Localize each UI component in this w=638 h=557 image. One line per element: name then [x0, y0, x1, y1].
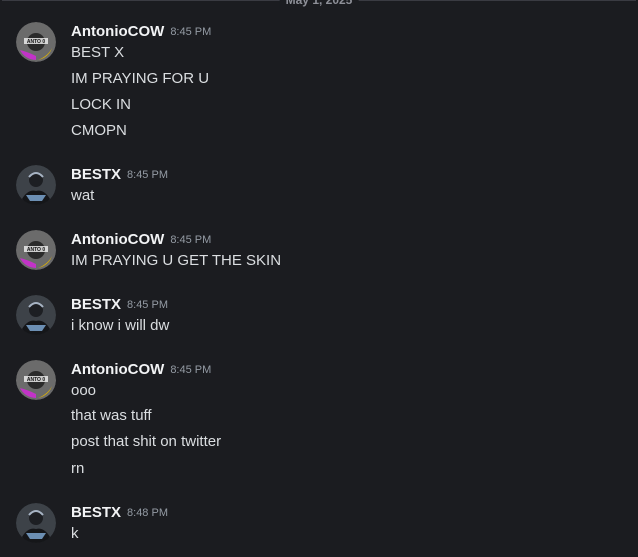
message-text: ooo — [71, 382, 97, 399]
message-header: AntonioCOW 8:45 PM — [71, 22, 211, 42]
message-text: rn — [71, 460, 85, 477]
message-text: that was tuff — [71, 407, 152, 424]
timestamp: 8:45 PM — [170, 26, 212, 38]
message-group: ANTO 0 AntonioCOW 8:45 PM BEST X IM PRAYI… — [0, 22, 638, 152]
username[interactable]: AntonioCOW — [71, 23, 164, 40]
message-text: k — [71, 525, 79, 542]
username[interactable]: BESTX — [71, 504, 121, 521]
message-text: CMOPN — [71, 122, 127, 139]
svg-text:ANTO 0: ANTO 0 — [27, 377, 45, 383]
bestx-avatar-icon[interactable] — [16, 295, 56, 335]
antonio-avatar-icon[interactable]: ANTO 0 — [16, 22, 56, 62]
bestx-avatar-icon[interactable] — [16, 165, 56, 205]
svg-text:ANTO 0: ANTO 0 — [27, 39, 45, 45]
username[interactable]: BESTX — [71, 166, 121, 183]
message-group: ANTO 0 AntonioCOW 8:45 PM IM PRAYING U GE… — [0, 230, 638, 272]
date-divider-label: May 1, 2025 — [279, 0, 359, 9]
antonio-avatar-icon[interactable]: ANTO 0 — [16, 360, 56, 400]
message-text: LOCK IN — [71, 96, 132, 113]
message-text: BEST X — [71, 44, 125, 61]
username[interactable]: BESTX — [71, 296, 121, 313]
message-text: i know i will dw — [71, 317, 170, 334]
message-group: BESTX 8:48 PM k — [0, 503, 638, 545]
message-header: BESTX 8:48 PM — [71, 503, 168, 523]
bestx-avatar-icon[interactable] — [16, 503, 56, 543]
message-header: BESTX 8:45 PM — [71, 165, 168, 185]
message-text: IM PRAYING U GET THE SKIN — [71, 252, 282, 269]
message-text: post that shit on twitter — [71, 433, 222, 450]
timestamp: 8:45 PM — [170, 234, 212, 246]
message-header: BESTX 8:45 PM — [71, 295, 168, 315]
username[interactable]: AntonioCOW — [71, 231, 164, 248]
svg-text:ANTO 0: ANTO 0 — [27, 247, 45, 253]
timestamp: 8:45 PM — [127, 169, 168, 181]
date-divider: May 1, 2025 — [0, 0, 638, 9]
timestamp: 8:45 PM — [170, 364, 212, 376]
message-group: BESTX 8:45 PM wat — [0, 165, 638, 207]
message-text: IM PRAYING FOR U — [71, 70, 210, 87]
message-header: AntonioCOW 8:45 PM — [71, 230, 211, 250]
username[interactable]: AntonioCOW — [71, 361, 164, 378]
message-text: wat — [71, 187, 95, 204]
message-group: BESTX 8:45 PM i know i will dw — [0, 295, 638, 337]
timestamp: 8:45 PM — [127, 299, 168, 311]
message-group: ANTO 0 AntonioCOW 8:45 PM ooo that was tu… — [0, 360, 638, 480]
message-header: AntonioCOW 8:45 PM — [71, 360, 211, 380]
antonio-avatar-icon[interactable]: ANTO 0 — [16, 230, 56, 270]
chat-window: May 1, 2025 ANTO 0 AntonioCOW 8:45 PM BES… — [0, 0, 638, 557]
timestamp: 8:48 PM — [127, 507, 168, 519]
